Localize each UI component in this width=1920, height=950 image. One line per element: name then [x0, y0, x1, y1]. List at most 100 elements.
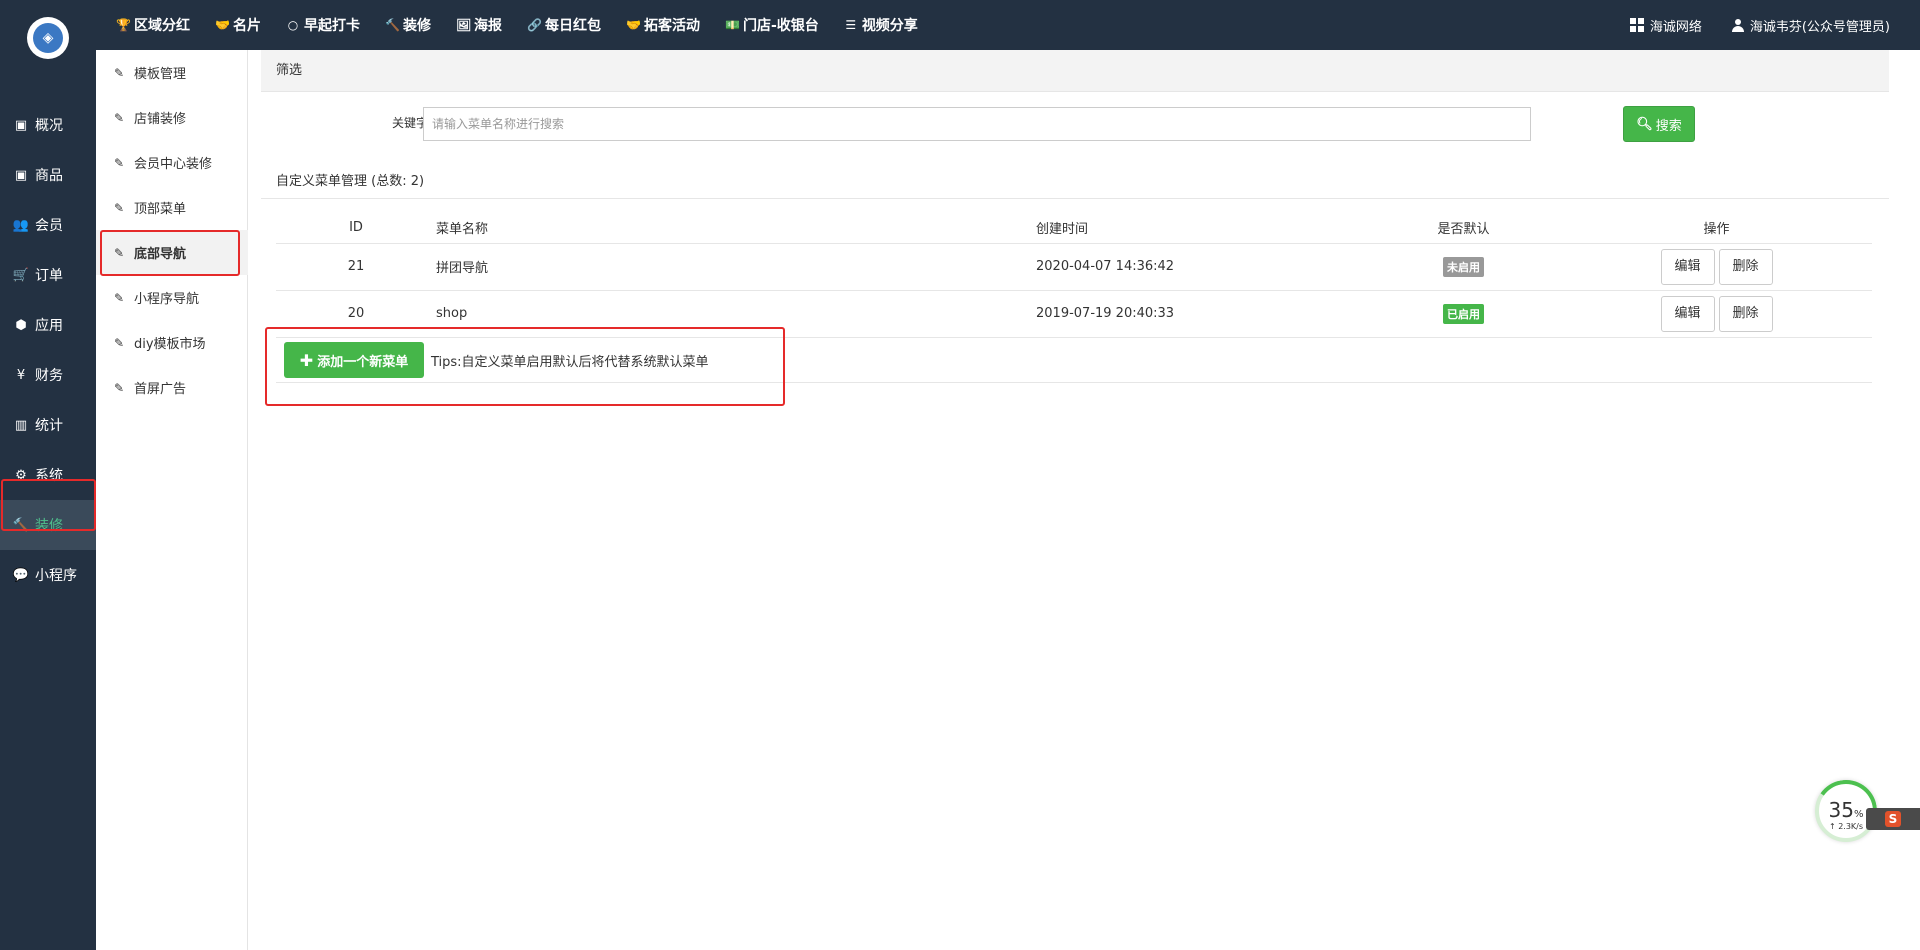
app-logo[interactable]: ◈	[27, 17, 69, 59]
top-nav-item[interactable]: 🤝 名片	[215, 15, 261, 35]
status-badge: 未启用	[1443, 256, 1484, 277]
edit-button[interactable]: 编辑	[1660, 295, 1715, 332]
top-nav-label: 区域分红	[134, 18, 190, 34]
top-bar: 🏆 区域分红 🤝 名片 ○ 早起打卡 🔨 装修 🖼 海报 🔗 每日红包 🤝 拓客活动 💵 门店-收银台 ☰ 视频分…	[0, 0, 1920, 50]
submenu-item[interactable]: ✎ diy模板市场	[96, 320, 248, 365]
delete-button[interactable]: 删除	[1718, 248, 1773, 285]
highlight-box-submenu	[100, 230, 240, 276]
search-button-label: 搜索	[1655, 118, 1682, 134]
search-button[interactable]: 🔍︎ 搜索	[1623, 106, 1695, 142]
magic-wand-icon: ✎	[114, 290, 125, 305]
row-created: 2019-07-19 20:40:33	[1036, 290, 1366, 338]
highlight-box-sidebar	[1, 479, 96, 531]
handshake-icon: 🤝	[626, 18, 641, 32]
box-icon: ▣	[14, 167, 28, 183]
company-link[interactable]: 海诚网络	[1629, 16, 1702, 35]
sidebar-item-label: 商品	[35, 168, 63, 184]
top-nav-label: 早起打卡	[304, 18, 360, 34]
edit-button[interactable]: 编辑	[1660, 248, 1715, 285]
image-icon: 🖼	[456, 18, 472, 32]
list-icon: ☰	[845, 18, 857, 32]
sidebar-item[interactable]: 🛒 订单	[0, 250, 96, 300]
top-nav-label: 门店-收银台	[743, 18, 819, 34]
search-icon: 🔍︎	[1636, 116, 1653, 132]
user-link[interactable]: 海诚韦芬(公众号管理员)	[1731, 16, 1890, 35]
sidebar-item[interactable]: ▣ 商品	[0, 150, 96, 200]
col-name: 菜单名称	[436, 213, 1036, 244]
trophy-icon: 🏆	[116, 18, 131, 32]
cubes-icon: ⬢	[15, 317, 27, 333]
gavel-icon: 🔨	[385, 18, 400, 32]
delete-button[interactable]: 删除	[1718, 295, 1773, 332]
decor-submenu: ✎ 模板管理 ✎ 店铺装修 ✎ 会员中心装修 ✎ 顶部菜单 ✎ 底部导航 ✎ 小程序导航 ✎ diy模板市…	[96, 50, 248, 950]
submenu-item-label: diy模板市场	[134, 337, 206, 352]
col-actions: 操作	[1561, 213, 1872, 244]
submenu-item[interactable]: ✎ 店铺装修	[96, 95, 248, 140]
filter-header: 筛选	[261, 50, 1889, 92]
top-nav: 🏆 区域分红 🤝 名片 ○ 早起打卡 🔨 装修 🖼 海报 🔗 每日红包 🤝 拓客活动 💵 门店-收银台 ☰ 视频分…	[116, 0, 943, 50]
row-default: 未启用	[1366, 243, 1561, 291]
top-nav-label: 装修	[403, 18, 431, 34]
sidebar-item-label: 统计	[35, 418, 63, 434]
submenu-item[interactable]: ✎ 顶部菜单	[96, 185, 248, 230]
keyword-input[interactable]	[423, 107, 1531, 141]
yen-icon: ¥	[16, 367, 26, 383]
magic-wand-icon: ✎	[114, 65, 125, 80]
ime-toolbar[interactable]: S	[1866, 808, 1920, 830]
top-right: 海诚网络 海诚韦芬(公众号管理员)	[1600, 0, 1890, 50]
wechat-icon: 💬	[12, 567, 30, 583]
top-nav-label: 海报	[474, 18, 502, 34]
section-title: 自定义菜单管理 (总数: 2)	[276, 174, 425, 189]
sidebar-item[interactable]: ¥ 财务	[0, 350, 96, 400]
money-icon: 💵	[725, 18, 740, 32]
row-name: 拼团导航	[436, 243, 1036, 291]
table-header-row: ID 菜单名称 创建时间 是否默认 操作	[276, 213, 1872, 244]
top-nav-item[interactable]: 💵 门店-收银台	[725, 15, 819, 35]
table-row: 21 拼团导航 2020-04-07 14:36:42 未启用 编辑 删除	[276, 243, 1872, 291]
top-nav-label: 名片	[233, 18, 261, 34]
magic-wand-icon: ✎	[114, 110, 125, 125]
row-default: 已启用	[1366, 290, 1561, 338]
sidebar-item[interactable]: ⬢ 应用	[0, 300, 96, 350]
col-id: ID	[276, 213, 436, 244]
row-id: 21	[276, 243, 436, 291]
sidebar-item[interactable]: 💬 小程序	[0, 550, 96, 600]
user-label: 海诚韦芬(公众号管理员)	[1749, 19, 1890, 35]
top-nav-item[interactable]: 🖼 海报	[456, 15, 502, 35]
magic-wand-icon: ✎	[114, 335, 125, 350]
company-label: 海诚网络	[1649, 19, 1702, 35]
magic-wand-icon: ✎	[114, 155, 125, 170]
section-divider	[261, 198, 1889, 199]
sidebar-item-label: 小程序	[35, 568, 77, 584]
bar-chart-icon: ▥	[14, 417, 28, 433]
sidebar-item-label: 应用	[35, 318, 63, 334]
submenu-item[interactable]: ✎ 模板管理	[96, 50, 248, 95]
top-nav-item[interactable]: ☰ 视频分享	[844, 15, 918, 35]
sidebar-item[interactable]: 👥 会员	[0, 200, 96, 250]
row-actions: 编辑 删除	[1561, 290, 1872, 338]
submenu-item[interactable]: ✎ 首屏广告	[96, 365, 248, 410]
sidebar-item-label: 订单	[35, 268, 63, 284]
main-content: 筛选 关键字 🔍︎ 搜索 自定义菜单管理 (总数: 2) ID 菜单名称 创建时…	[248, 50, 1920, 950]
top-nav-item[interactable]: ○ 早起打卡	[286, 15, 360, 35]
col-created: 创建时间	[1036, 213, 1366, 244]
row-created: 2020-04-07 14:36:42	[1036, 243, 1366, 291]
row-actions: 编辑 删除	[1561, 243, 1872, 291]
top-nav-item[interactable]: 🏆 区域分红	[116, 15, 190, 35]
top-nav-label: 拓客活动	[644, 18, 700, 34]
top-nav-item[interactable]: 🔨 装修	[385, 15, 431, 35]
grid-icon	[1629, 18, 1644, 32]
calendar-icon: ▣	[14, 117, 28, 133]
cart-icon: 🛒	[12, 267, 30, 283]
submenu-item-label: 首屏广告	[134, 382, 187, 397]
top-nav-item[interactable]: 🔗 每日红包	[527, 15, 601, 35]
submenu-item[interactable]: ✎ 小程序导航	[96, 275, 248, 320]
top-nav-label: 每日红包	[545, 18, 601, 34]
sidebar-item[interactable]: ▥ 统计	[0, 400, 96, 450]
sidebar-item[interactable]: ▣ 概况	[0, 100, 96, 150]
top-nav-item[interactable]: 🤝 拓客活动	[626, 15, 700, 35]
top-nav-label: 视频分享	[861, 18, 918, 34]
speed-rate: ↑ 2.3K/s	[1828, 822, 1864, 831]
sidebar-item-label: 概况	[35, 118, 63, 134]
submenu-item[interactable]: ✎ 会员中心装修	[96, 140, 248, 185]
